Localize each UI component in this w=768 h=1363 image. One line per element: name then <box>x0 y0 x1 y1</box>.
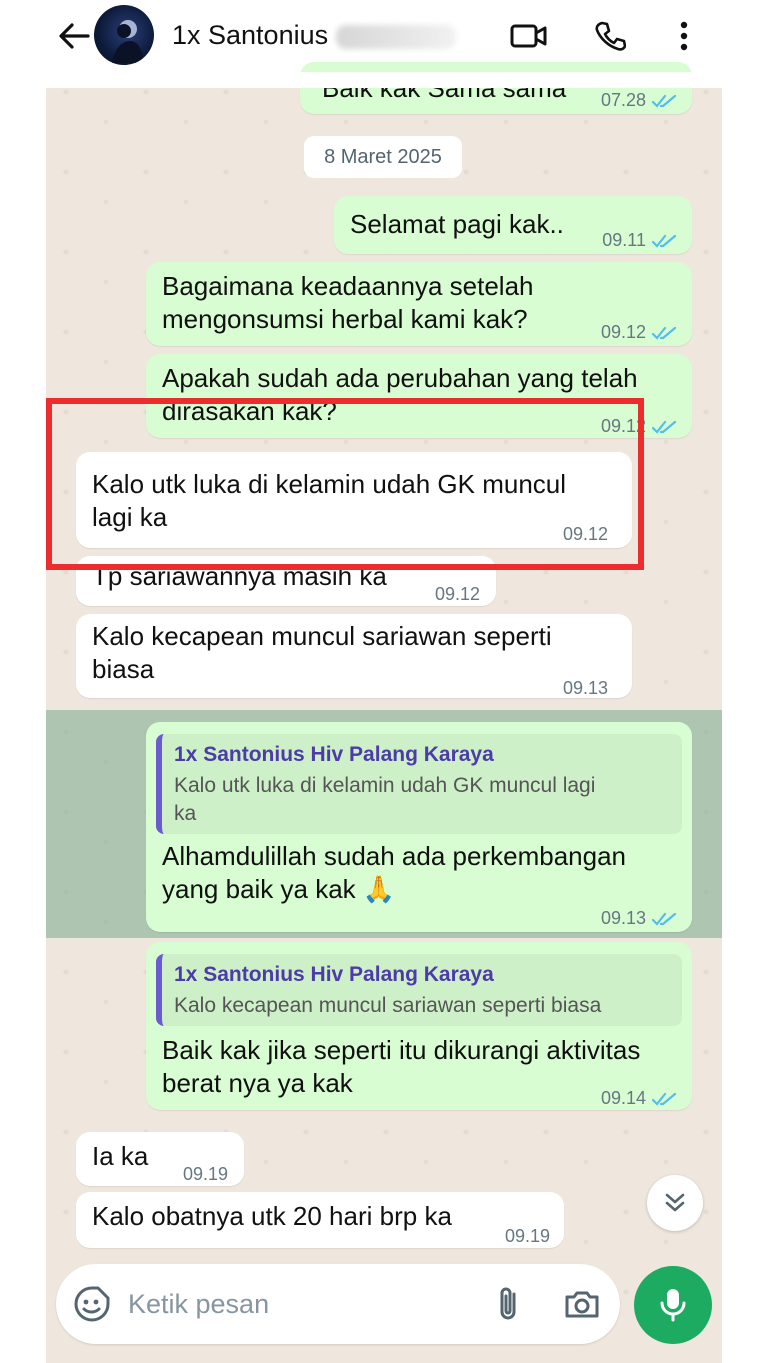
annotation-highlight-box <box>46 398 644 570</box>
read-ticks-icon <box>652 420 677 434</box>
avatar[interactable] <box>94 5 154 65</box>
message-time: 09.12 <box>601 316 678 349</box>
message-time: 09.13 <box>601 902 678 935</box>
redacted-name-blur <box>336 24 457 49</box>
quoted-author: 1x Santonius Hiv Palang Karaya <box>174 963 494 986</box>
quoted-message[interactable]: 1x Santonius Hiv Palang Karaya Kalo keca… <box>156 954 682 1026</box>
read-ticks-icon <box>652 1092 677 1106</box>
back-arrow-icon[interactable] <box>56 18 92 54</box>
double-chevron-down-icon <box>665 1193 685 1212</box>
message-time: 09.13 <box>562 678 608 698</box>
message-bubble-incoming[interactable]: Kalo obatnya utk 20 hari brp ka 09.19 <box>76 1192 564 1248</box>
message-text: Selamat pagi kak.. <box>350 209 564 239</box>
paperclip-icon[interactable] <box>488 1284 528 1324</box>
quoted-text: Kalo kecapean muncul sariawan seperti bi… <box>174 994 602 1017</box>
screen-margin-right <box>722 72 768 1363</box>
message-text: Kalo kecapean muncul sariawan seperti bi… <box>92 621 552 684</box>
quoted-message[interactable]: 1x Santonius Hiv Palang Karaya Kalo utk … <box>156 734 682 834</box>
quoted-text: Kalo utk luka di kelamin udah GK muncul … <box>174 774 596 825</box>
video-call-icon[interactable] <box>509 16 549 56</box>
message-time: 09.19 <box>182 1164 228 1184</box>
sticker-icon[interactable] <box>72 1284 112 1324</box>
read-ticks-icon <box>652 912 677 926</box>
message-time: 09.14 <box>601 1082 678 1115</box>
message-bubble-outgoing[interactable]: Selamat pagi kak.. 09.11 <box>334 196 692 254</box>
message-time: 09.12 <box>434 584 480 604</box>
microphone-icon <box>660 1289 686 1322</box>
camera-icon[interactable] <box>562 1284 602 1324</box>
read-ticks-icon <box>652 326 677 340</box>
message-text: Bagaimana keadaannya setelah mengonsumsi… <box>162 271 534 334</box>
message-bubble-outgoing-reply[interactable]: 1x Santonius Hiv Palang Karaya Kalo keca… <box>146 942 692 1110</box>
message-text: Ia ka <box>92 1141 149 1171</box>
quoted-author: 1x Santonius Hiv Palang Karaya <box>174 743 494 766</box>
header-shadow <box>46 72 722 88</box>
date-separator: 8 Maret 2025 <box>304 136 462 178</box>
message-time: 07.28 <box>601 84 678 117</box>
message-text: Alhamdulillah sudah ada perkembangan yan… <box>162 841 626 904</box>
message-bubble-incoming[interactable]: Kalo kecapean muncul sariawan seperti bi… <box>76 614 632 698</box>
message-text: Baik kak jika seperti itu dikurangi akti… <box>162 1035 641 1098</box>
message-bubble-outgoing-reply[interactable]: 1x Santonius Hiv Palang Karaya Kalo utk … <box>146 722 692 932</box>
message-text: Kalo obatnya utk 20 hari brp ka <box>92 1201 452 1231</box>
message-bubble-incoming[interactable]: Ia ka 09.19 <box>76 1132 244 1186</box>
message-time: 09.19 <box>504 1226 550 1246</box>
more-vert-icon[interactable] <box>664 16 704 56</box>
read-ticks-icon <box>652 234 677 248</box>
message-composer <box>56 1264 620 1344</box>
phone-icon[interactable] <box>590 16 630 56</box>
scroll-to-bottom-button[interactable] <box>647 1175 703 1231</box>
message-bubble-outgoing[interactable]: Baik kak Sama sama 07.28 <box>300 62 692 114</box>
contact-name[interactable]: 1x Santonius <box>172 20 457 51</box>
message-time: 09.11 <box>602 224 678 257</box>
voice-message-button[interactable] <box>634 1266 712 1344</box>
message-input[interactable] <box>128 1280 468 1328</box>
read-ticks-icon <box>652 94 677 108</box>
screen-margin-left <box>0 72 46 1363</box>
message-bubble-outgoing[interactable]: Bagaimana keadaannya setelah mengonsumsi… <box>146 262 692 346</box>
